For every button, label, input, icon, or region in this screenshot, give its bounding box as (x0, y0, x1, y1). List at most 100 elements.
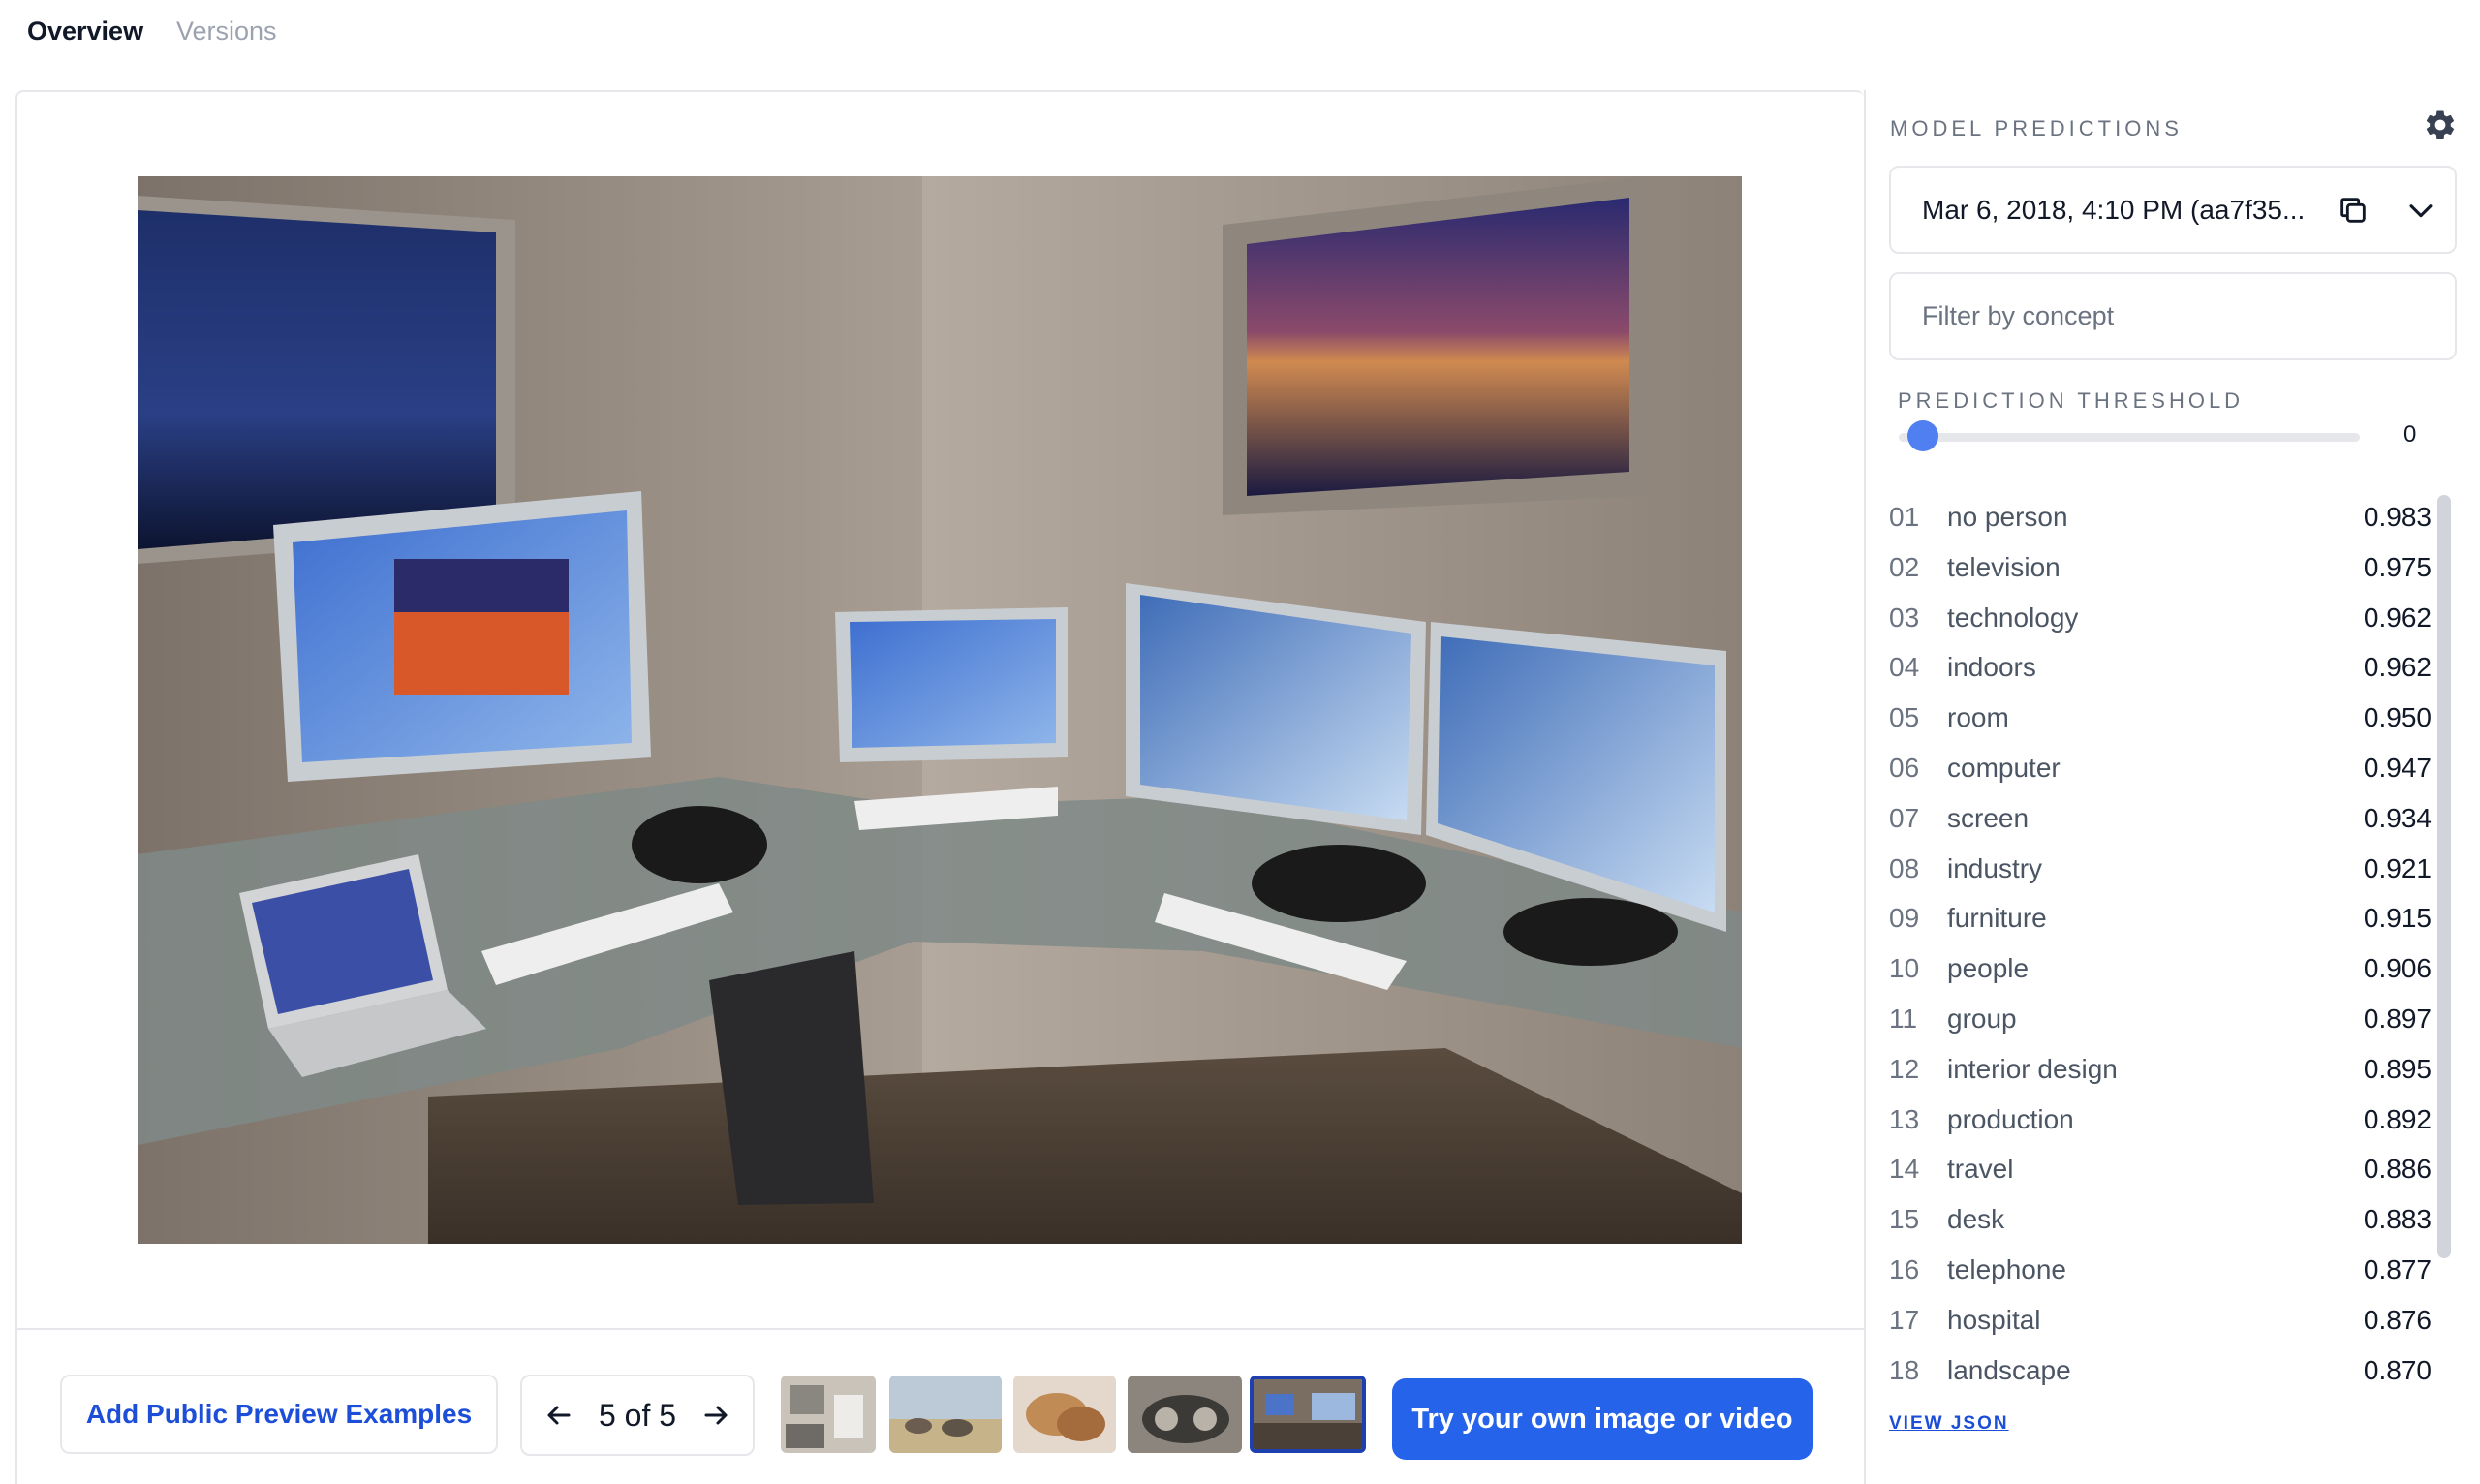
prediction-concept: people (1947, 953, 2030, 984)
add-public-preview-examples-button[interactable]: Add Public Preview Examples (60, 1375, 498, 1454)
prediction-row[interactable]: 12 interior design 0.895 (1889, 1044, 2432, 1094)
prediction-concept: travel (1947, 1154, 2014, 1185)
model-predictions-panel: MODEL PREDICTIONS Mar 6, 2018, 4:10 PM (… (1864, 90, 2480, 1484)
threshold-slider-track[interactable] (1899, 433, 2360, 442)
prediction-row[interactable]: 08 industry 0.921 (1889, 844, 2432, 893)
prediction-index: 06 (1889, 753, 1920, 783)
prediction-row[interactable]: 10 people 0.906 (1889, 943, 2432, 993)
prediction-value: 0.962 (2363, 652, 2432, 683)
arrow-right-icon[interactable] (698, 1398, 733, 1433)
prediction-value: 0.934 (2363, 802, 2432, 833)
prediction-index: 04 (1889, 652, 1920, 683)
threshold-slider-handle[interactable] (1907, 420, 1938, 451)
prediction-index: 03 (1889, 602, 1920, 633)
prediction-concept: hospital (1947, 1304, 2041, 1335)
prediction-value: 0.962 (2363, 602, 2432, 633)
prediction-concept: landscape (1947, 1354, 2071, 1385)
prediction-index: 18 (1889, 1354, 1920, 1385)
prediction-value: 0.883 (2363, 1204, 2432, 1235)
predictions-scrollbar[interactable] (2437, 495, 2451, 1258)
prediction-value: 0.877 (2363, 1254, 2432, 1284)
tab-versions[interactable]: Versions (176, 15, 277, 46)
prediction-value: 0.975 (2363, 551, 2432, 582)
prediction-index: 09 (1889, 903, 1920, 934)
prediction-row[interactable]: 18 landscape 0.870 (1889, 1345, 2432, 1395)
prediction-row[interactable]: 09 furniture 0.915 (1889, 893, 2432, 943)
copy-icon[interactable] (2337, 194, 2370, 227)
tab-overview[interactable]: Overview (27, 15, 143, 46)
prediction-value: 0.897 (2363, 1004, 2432, 1034)
prediction-value: 0.895 (2363, 1053, 2432, 1084)
thumbnail-3[interactable] (1013, 1376, 1116, 1453)
prediction-value: 0.947 (2363, 753, 2432, 783)
prediction-row[interactable]: 03 technology 0.962 (1889, 593, 2432, 642)
filter-by-concept-input[interactable] (1889, 272, 2457, 360)
predictions-list: 01 no person 0.983 02 television 0.975 03 techn… (1889, 492, 2432, 1475)
predictions-scrollbar-thumb[interactable] (2437, 495, 2451, 1258)
thumbnail-2[interactable] (889, 1376, 1002, 1453)
try-your-own-image-button[interactable]: Try your own image or video (1392, 1378, 1813, 1460)
prediction-concept: group (1947, 1004, 2017, 1034)
arrow-left-icon[interactable] (542, 1398, 576, 1433)
prediction-value: 0.892 (2363, 1103, 2432, 1134)
prediction-concept: interior design (1947, 1053, 2118, 1084)
prediction-value: 0.870 (2363, 1354, 2432, 1385)
prediction-index: 14 (1889, 1154, 1920, 1185)
prediction-concept: desk (1947, 1204, 2005, 1235)
prediction-concept: room (1947, 702, 2009, 733)
prediction-value: 0.915 (2363, 903, 2432, 934)
model-version-select[interactable]: Mar 6, 2018, 4:10 PM (aa7f35... (1889, 166, 2457, 254)
prediction-row[interactable]: 04 indoors 0.962 (1889, 642, 2432, 692)
prediction-value: 0.921 (2363, 852, 2432, 883)
prediction-row[interactable]: 02 television 0.975 (1889, 542, 2432, 592)
prediction-value: 0.906 (2363, 953, 2432, 984)
prediction-row[interactable]: 14 travel 0.886 (1889, 1144, 2432, 1193)
prediction-value: 0.983 (2363, 502, 2432, 532)
prediction-row[interactable]: 16 telephone 0.877 (1889, 1245, 2432, 1294)
view-json-link[interactable]: VIEW JSON (1889, 1413, 2009, 1435)
prediction-index: 17 (1889, 1304, 1920, 1335)
prediction-value: 0.876 (2363, 1304, 2432, 1335)
prediction-row[interactable]: 13 production 0.892 (1889, 1095, 2432, 1144)
prediction-concept: furniture (1947, 903, 2047, 934)
model-version-value: Mar 6, 2018, 4:10 PM (aa7f35... (1922, 194, 2306, 225)
prediction-index: 05 (1889, 702, 1920, 733)
prediction-row[interactable]: 07 screen 0.934 (1889, 793, 2432, 843)
prediction-index: 10 (1889, 953, 1920, 984)
thumbnail-1[interactable] (781, 1376, 876, 1453)
prediction-concept: no person (1947, 502, 2068, 532)
prediction-concept: telephone (1947, 1254, 2067, 1284)
prediction-row[interactable]: 05 room 0.950 (1889, 693, 2432, 742)
tab-bar: Overview Versions (0, 0, 2480, 62)
prediction-row[interactable]: 15 desk 0.883 (1889, 1194, 2432, 1244)
prediction-concept: production (1947, 1103, 2074, 1134)
prediction-concept: indoors (1947, 652, 2036, 683)
thumbnail-5[interactable] (1250, 1376, 1366, 1453)
prediction-row[interactable]: 01 no person 0.983 (1889, 492, 2432, 541)
gear-icon[interactable] (2423, 108, 2458, 142)
prediction-index: 07 (1889, 802, 1920, 833)
prediction-index: 16 (1889, 1254, 1920, 1284)
panel-divider (17, 1328, 1864, 1330)
prediction-row[interactable]: 06 computer 0.947 (1889, 743, 2432, 792)
prediction-index: 13 (1889, 1103, 1920, 1134)
prediction-index: 15 (1889, 1204, 1920, 1235)
prediction-value: 0.950 (2363, 702, 2432, 733)
threshold-value: 0 (2403, 421, 2417, 448)
pager: 5 of 5 (520, 1375, 755, 1456)
prediction-concept: technology (1947, 602, 2079, 633)
prediction-concept: computer (1947, 753, 2061, 783)
preview-image (138, 176, 1742, 1244)
chevron-down-icon[interactable] (2404, 194, 2437, 227)
prediction-concept: screen (1947, 802, 2030, 833)
pager-count: 5 of 5 (598, 1397, 677, 1433)
prediction-concept: industry (1947, 852, 2043, 883)
thumbnail-4[interactable] (1128, 1376, 1242, 1453)
prediction-index: 08 (1889, 852, 1920, 883)
prediction-index: 12 (1889, 1053, 1920, 1084)
prediction-row[interactable]: 11 group 0.897 (1889, 994, 2432, 1043)
prediction-index: 01 (1889, 502, 1920, 532)
prediction-value: 0.886 (2363, 1154, 2432, 1185)
prediction-row[interactable]: 17 hospital 0.876 (1889, 1295, 2432, 1345)
prediction-threshold-label: PREDICTION THRESHOLD (1898, 388, 2245, 413)
